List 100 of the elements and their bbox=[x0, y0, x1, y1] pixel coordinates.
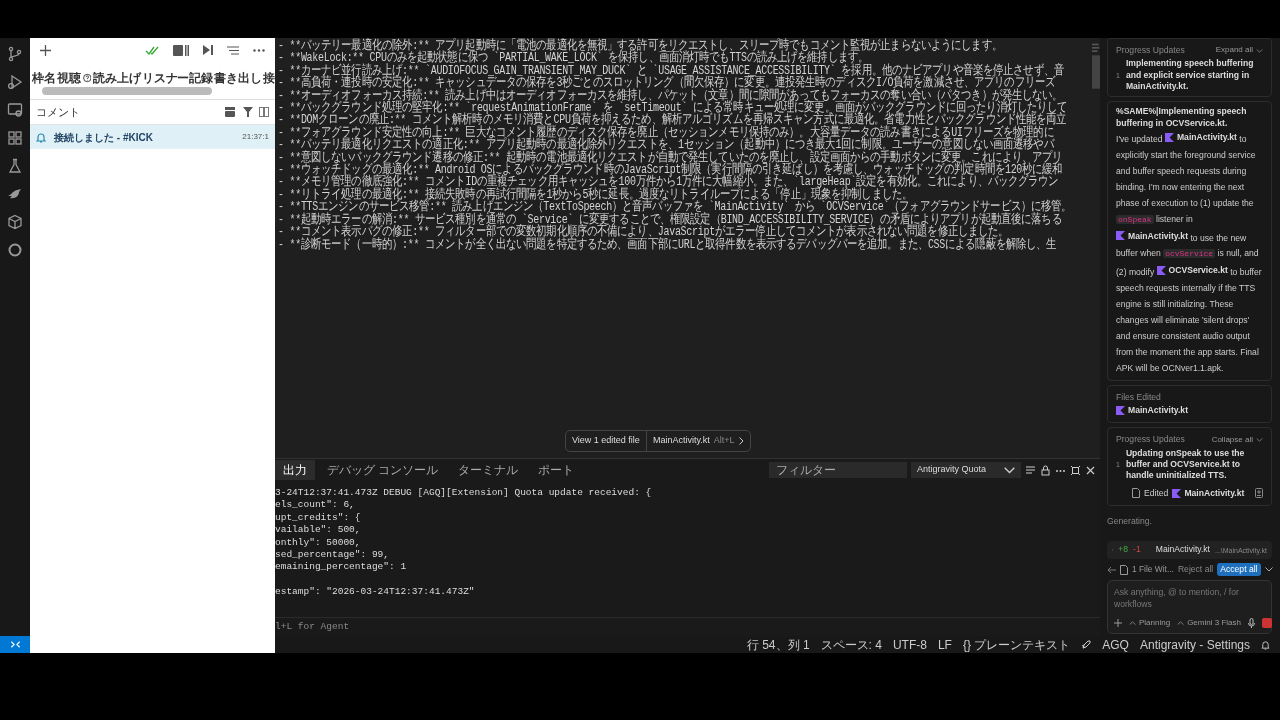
chevron-down-icon bbox=[1256, 438, 1263, 443]
bell-icon[interactable] bbox=[1261, 639, 1270, 650]
panel-tab[interactable]: ポート bbox=[530, 460, 583, 480]
mode-selector[interactable]: Planning bbox=[1129, 617, 1171, 629]
file-link[interactable]: MainActivity.kt bbox=[1116, 404, 1188, 417]
column-header[interactable]: 接 bbox=[263, 69, 275, 86]
output-line: 3-24T12:37:41.473Z DEBUG [AGQ][Extension] Quota update received: { bbox=[275, 487, 653, 500]
add-icon[interactable] bbox=[1114, 618, 1122, 627]
output-line: onthly": 50000, bbox=[275, 536, 362, 550]
toggle-button[interactable]: Collapse all bbox=[1211, 434, 1263, 446]
section-title: Progress Updates bbox=[1116, 434, 1185, 446]
back-arrow-icon[interactable] bbox=[1107, 565, 1116, 574]
remote-icon bbox=[9, 639, 21, 650]
output-line: sed_percentage": 99, bbox=[275, 549, 391, 562]
file-link[interactable]: MainActivity.kt bbox=[1172, 487, 1245, 500]
chat-input-field[interactable]: Ask anything, @ to mention, / for workflows Planning Gemini 3 Flash bbox=[1107, 580, 1272, 635]
remote-button[interactable] bbox=[0, 636, 30, 653]
double-check-icon[interactable] bbox=[145, 45, 159, 55]
contact-card-icon[interactable] bbox=[173, 44, 189, 56]
horizontal-scrollbar[interactable] bbox=[42, 87, 212, 95]
column-header[interactable]: 枠名 bbox=[32, 69, 56, 86]
comments-title: コメント bbox=[36, 104, 80, 120]
accept-all-button[interactable]: Accept all bbox=[1217, 562, 1261, 577]
output-line: upt_credits": { bbox=[275, 511, 362, 525]
edited-file-label: View 1 edited file bbox=[571, 434, 641, 447]
archive-icon[interactable] bbox=[225, 107, 235, 117]
more-icon[interactable] bbox=[253, 48, 265, 52]
file-icon bbox=[1132, 488, 1140, 499]
flask-icon[interactable] bbox=[7, 158, 23, 174]
filter-icon[interactable] bbox=[243, 107, 253, 117]
column-header[interactable]: 書き出し bbox=[214, 69, 262, 86]
microphone-icon[interactable] bbox=[1247, 617, 1255, 628]
stop-button[interactable] bbox=[1261, 617, 1272, 628]
chevron-down-icon bbox=[1256, 48, 1263, 53]
kotlin-file-icon bbox=[1156, 265, 1166, 275]
toggle-button[interactable]: Expand all bbox=[1215, 45, 1263, 57]
model-selector[interactable]: Gemini 3 Flash bbox=[1177, 617, 1241, 629]
step-text: Implementing speech buffering and explicit service starting in MainActivity.kt. bbox=[1125, 58, 1255, 93]
status-text: Generating. bbox=[1107, 515, 1153, 529]
changes-summary: 1 File Wit... bbox=[1132, 563, 1174, 576]
panel-tab[interactable]: ターミナル bbox=[450, 460, 527, 480]
status-item[interactable]: UTF-8 bbox=[892, 635, 927, 654]
edited-file-link[interactable]: MainActivity.kt Alt+L bbox=[645, 431, 750, 451]
file-link[interactable]: MainActivity.kt bbox=[1116, 227, 1188, 244]
status-item[interactable]: Antigravity - Settings bbox=[1139, 635, 1250, 654]
file-icon bbox=[1120, 564, 1128, 575]
comment-row[interactable]: 接続しました - #KICK 21:37:1 bbox=[30, 125, 275, 149]
output-line: estamp": "2026-03-24T12:37:41.473Z" bbox=[275, 586, 476, 599]
source-control-icon[interactable] bbox=[7, 46, 23, 62]
close-icon[interactable] bbox=[1085, 464, 1096, 476]
status-item[interactable]: スペース: 4 bbox=[820, 635, 882, 654]
skip-next-icon[interactable] bbox=[203, 45, 213, 55]
file-name: MainActivity.kt bbox=[1155, 544, 1210, 556]
kotlin-file-icon bbox=[1116, 231, 1125, 241]
code-line: - **診断モード（一時的）:** コメントが全く出ない問題を特定するため、画面下部にURLと取得件数を表示するデバッグバーを追加。また、CSSによる隠蔽を解除し、生 bbox=[278, 238, 1057, 251]
chevron-up-icon bbox=[1177, 620, 1185, 625]
extensions-icon[interactable] bbox=[7, 130, 23, 146]
status-item[interactable]: LF bbox=[937, 635, 952, 654]
chevron-right-icon bbox=[738, 436, 744, 445]
bell-icon bbox=[36, 131, 46, 143]
add-icon[interactable] bbox=[40, 44, 51, 56]
run-debug-icon[interactable] bbox=[7, 74, 23, 90]
file-link[interactable]: OCVService.kt bbox=[1156, 262, 1228, 279]
output-line: emaining_percentage": 1 bbox=[275, 561, 408, 574]
help-icon[interactable] bbox=[82, 73, 92, 83]
status-item[interactable]: AGQ bbox=[1102, 635, 1129, 654]
list-icon[interactable] bbox=[1025, 464, 1036, 476]
diff-icon[interactable] bbox=[1255, 488, 1263, 499]
output-line: els_count": 6, bbox=[275, 499, 356, 512]
column-header[interactable]: 読み上げ bbox=[93, 69, 141, 86]
circle-icon[interactable] bbox=[7, 242, 23, 258]
edited-label: Edited bbox=[1144, 487, 1169, 500]
section-title: Progress Updates bbox=[1116, 45, 1185, 57]
output-line: vailable": 500, bbox=[275, 524, 362, 537]
panel-tab[interactable]: デバッグ コンソール bbox=[319, 460, 447, 480]
chevron-up-icon bbox=[1129, 620, 1136, 625]
lock-icon[interactable] bbox=[1040, 464, 1051, 476]
lines-icon[interactable] bbox=[227, 45, 239, 55]
kotlin-file-icon bbox=[1172, 488, 1182, 498]
status-item[interactable]: {} プレーンテキスト bbox=[962, 635, 1071, 654]
monitor-icon[interactable] bbox=[7, 102, 23, 118]
filter-field[interactable]: フィルター bbox=[769, 462, 907, 478]
column-header[interactable]: 視聴 bbox=[57, 69, 81, 86]
reject-all-button[interactable]: Reject all bbox=[1177, 563, 1214, 576]
removed-count: -1 bbox=[1133, 544, 1141, 556]
file-link[interactable]: MainActivity.kt bbox=[1164, 129, 1237, 146]
column-header[interactable]: リスナー記録 bbox=[142, 69, 213, 86]
columns-icon[interactable] bbox=[259, 107, 269, 117]
package-icon[interactable] bbox=[7, 214, 23, 230]
chevron-down-icon[interactable] bbox=[1264, 567, 1273, 572]
panel-tab[interactable]: 出力 bbox=[275, 460, 315, 480]
channel-dropdown[interactable]: Antigravity Quota bbox=[911, 462, 1021, 478]
status-item[interactable]: 行 54、列 1 bbox=[746, 635, 810, 654]
kotlin-file-icon bbox=[1116, 406, 1125, 416]
comment-text: 接続しました - #KICK bbox=[54, 130, 153, 145]
step-text: Updating onSpeak to use the buffer and OCVService.kt to handle uninitialized TTS. bbox=[1125, 447, 1246, 482]
maximize-icon[interactable] bbox=[1070, 464, 1081, 476]
comment-time: 21:37:1 bbox=[242, 131, 269, 143]
kotlin-file-icon bbox=[1164, 132, 1174, 142]
message-heading: %SAME%|Implementing speech buffering in OCVService.kt. bbox=[1116, 106, 1248, 130]
